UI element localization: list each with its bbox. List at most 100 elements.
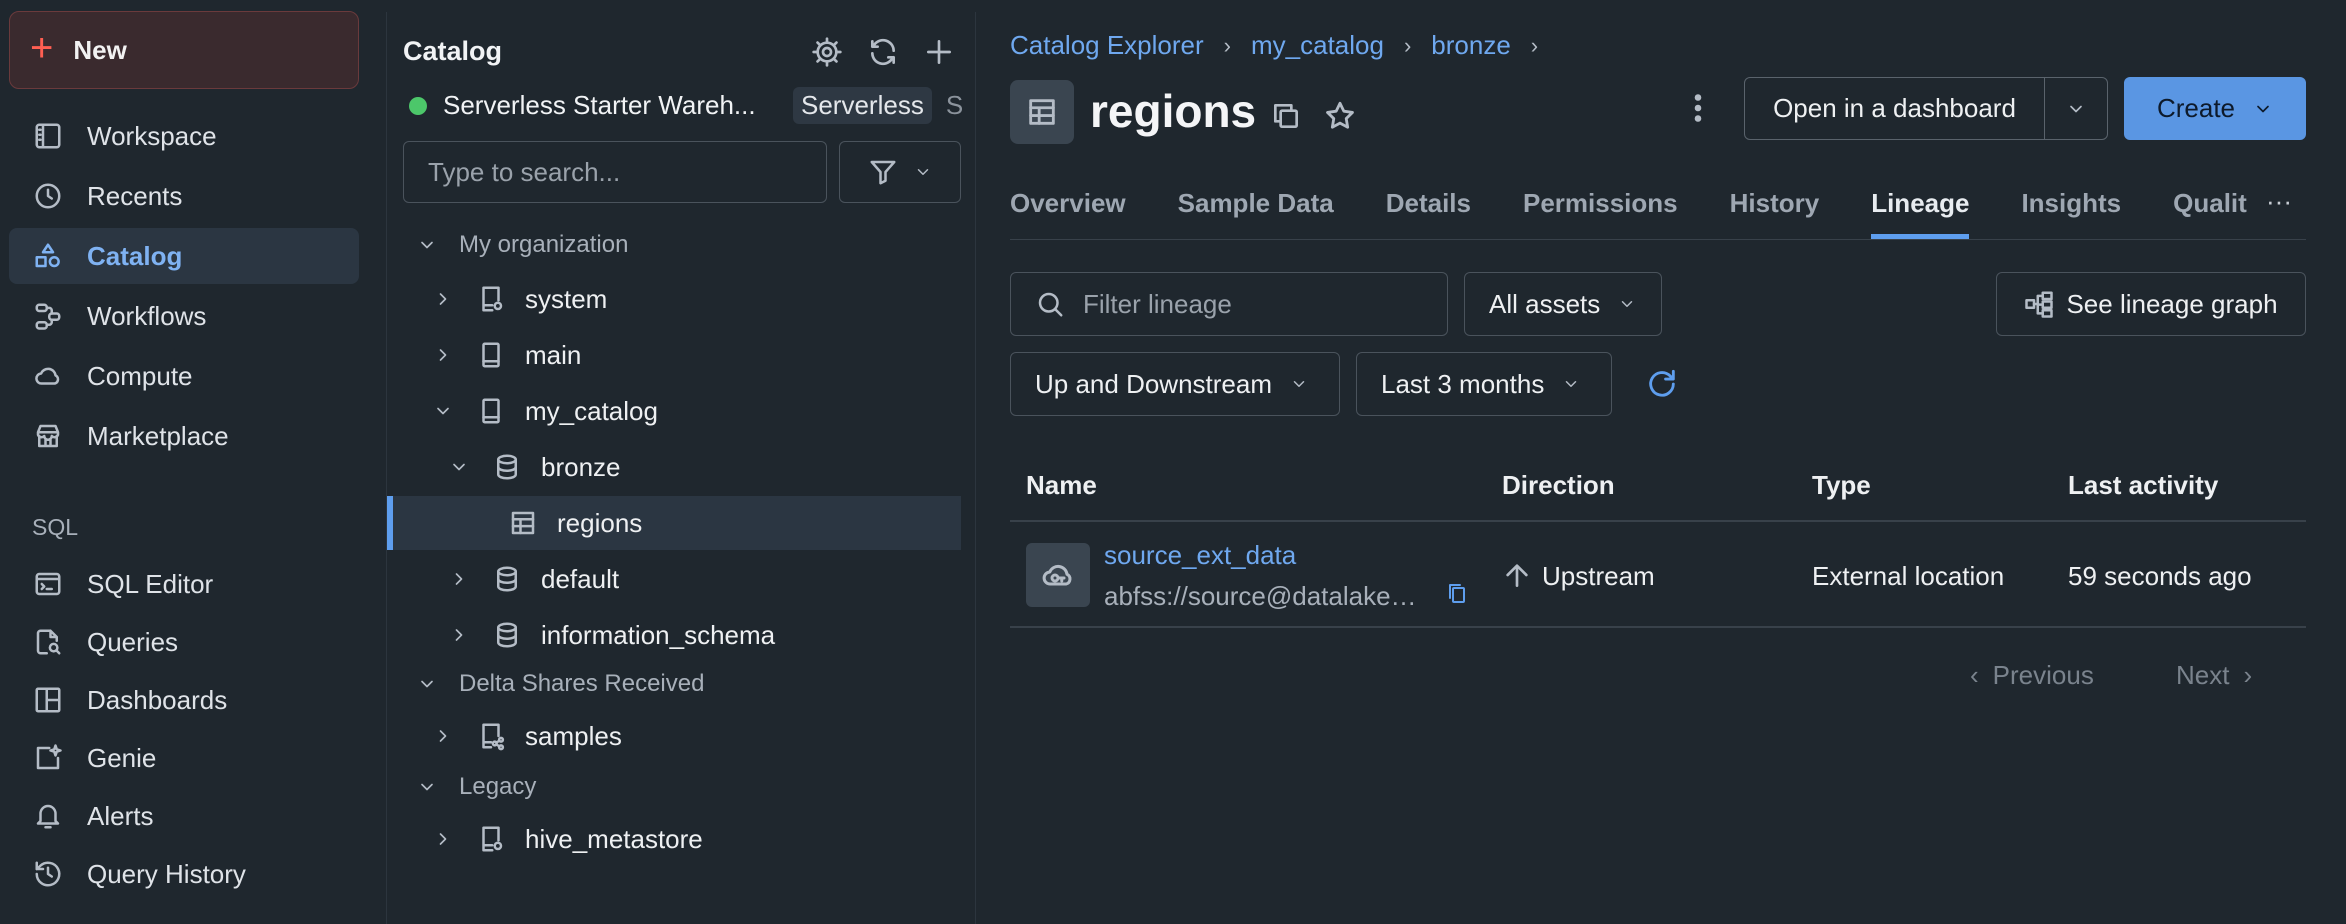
nav-label: Recents (87, 180, 183, 211)
nav-item-dashboards[interactable]: Dashboards (9, 672, 359, 728)
star-icon[interactable] (1322, 98, 1358, 134)
refresh-lineage-icon[interactable] (1644, 366, 1680, 402)
tree-item-main[interactable]: main (387, 328, 961, 382)
tree-item-regions[interactable]: regions (387, 496, 961, 550)
filter-placeholder: Filter lineage (1083, 288, 1232, 319)
tree-item-my-catalog[interactable]: my_catalog (387, 384, 961, 438)
tab-lineage[interactable]: Lineage (1871, 188, 1970, 239)
breadcrumb-separator-icon: › (1223, 32, 1231, 58)
breadcrumb-separator-icon: › (1403, 32, 1412, 58)
add-icon[interactable] (919, 32, 959, 72)
refresh-icon[interactable] (863, 32, 903, 72)
plus-icon: + (30, 26, 54, 70)
tab-quality[interactable]: Qualit (2173, 188, 2247, 239)
column-header-type[interactable]: Type (1812, 470, 1871, 501)
chevron-right-icon: › (2243, 660, 2253, 690)
chevron-right-icon (431, 343, 455, 367)
sql-section-heading: SQL (32, 514, 79, 540)
tree-label: Delta Shares Received (459, 670, 705, 697)
chevron-down-icon (415, 775, 439, 799)
tab-sample-data[interactable]: Sample Data (1178, 188, 1334, 239)
assets-dropdown[interactable]: All assets (1464, 272, 1662, 336)
catalog-search-input[interactable]: Type to search... (403, 141, 827, 203)
open-dashboard-split-button: Open in a dashboard (1744, 77, 2108, 140)
tree-item-bronze[interactable]: bronze (387, 440, 961, 494)
nav-item-compute[interactable]: Compute (9, 348, 359, 404)
tree-label: bronze (541, 451, 621, 482)
chevron-down-icon (1618, 295, 1636, 313)
breadcrumb-catalog-explorer[interactable]: Catalog Explorer (1010, 30, 1204, 61)
nav-item-workspace[interactable]: Workspace (9, 108, 359, 164)
warehouse-overflow-text: S (945, 90, 964, 120)
tree-label: Legacy (459, 773, 537, 800)
nav-item-genie[interactable]: Genie (9, 730, 359, 786)
nav-item-sql-editor[interactable]: SQL Editor (9, 556, 359, 612)
catalog-book-icon (475, 395, 507, 427)
open-dashboard-button[interactable]: Open in a dashboard (1745, 78, 2045, 139)
workspace-icon (31, 119, 65, 153)
tree-section-legacy[interactable]: Legacy (387, 760, 961, 814)
table-icon (507, 507, 539, 539)
see-lineage-graph-button[interactable]: See lineage graph (1996, 272, 2306, 336)
nav-item-recents[interactable]: Recents (9, 168, 359, 224)
tree-section-delta-shares[interactable]: Delta Shares Received (387, 657, 961, 711)
copy-icon[interactable] (1268, 98, 1304, 134)
nav-item-workflows[interactable]: Workflows (9, 288, 359, 344)
tab-overview[interactable]: Overview (1010, 188, 1126, 239)
column-header-direction[interactable]: Direction (1502, 470, 1615, 501)
tree-label: default (541, 563, 620, 594)
new-button[interactable]: + New (9, 11, 359, 89)
filter-button[interactable] (839, 141, 961, 203)
create-button[interactable]: Create (2124, 77, 2306, 140)
tab-insights[interactable]: Insights (2021, 188, 2121, 239)
nav-label: Alerts (87, 800, 154, 831)
tab-history[interactable]: History (1730, 188, 1820, 239)
system-catalog-icon (475, 283, 507, 315)
schema-database-icon (491, 563, 523, 595)
nav-label: Dashboards (87, 684, 228, 715)
column-header-name[interactable]: Name (1026, 470, 1097, 501)
tree-item-system[interactable]: system (387, 272, 961, 326)
direction-dropdown[interactable]: Up and Downstream (1010, 352, 1340, 416)
chevron-right-icon (447, 567, 471, 591)
more-options-icon[interactable] (1678, 88, 1718, 128)
time-range-dropdown[interactable]: Last 3 months (1356, 352, 1612, 416)
tree-label: My organization (459, 231, 629, 258)
nav-item-marketplace[interactable]: Marketplace (9, 408, 359, 464)
tab-details[interactable]: Details (1386, 188, 1471, 239)
tabs-overflow-icon[interactable]: ··· (2252, 186, 2306, 230)
nav-label: Genie (87, 742, 157, 773)
previous-page-button[interactable]: ‹ Previous (1970, 660, 2094, 691)
nav-item-catalog[interactable]: Catalog (9, 228, 359, 284)
breadcrumb-my-catalog[interactable]: my_catalog (1251, 30, 1384, 61)
column-header-last-activity[interactable]: Last activity (2068, 470, 2218, 501)
filter-lineage-input[interactable]: Filter lineage (1010, 272, 1448, 336)
tree-label: information_schema (541, 619, 776, 650)
nav-item-queries[interactable]: Queries (9, 614, 359, 670)
external-location-icon (1026, 543, 1090, 607)
divider (1010, 626, 2306, 628)
chevron-down-icon[interactable] (2045, 78, 2107, 139)
gear-icon[interactable] (807, 32, 847, 72)
dropdown-value: Up and Downstream (1035, 368, 1272, 399)
breadcrumb-bronze[interactable]: bronze (1431, 30, 1511, 61)
tab-permissions[interactable]: Permissions (1523, 188, 1678, 239)
nav-item-query-history[interactable]: Query History (9, 846, 359, 902)
left-navigation: + New Workspace Recents Catalog Workflow… (0, 0, 384, 924)
tree-item-hive-metastore[interactable]: hive_metastore (387, 812, 961, 866)
tree-section-my-organization[interactable]: My organization (387, 218, 961, 272)
warehouse-selector[interactable]: Serverless Starter Wareh... Serverless S (409, 87, 963, 124)
create-label: Create (2156, 93, 2236, 123)
nav-item-alerts[interactable]: Alerts (9, 788, 359, 844)
tree-item-samples[interactable]: samples (387, 709, 961, 763)
sql-editor-icon (31, 567, 65, 601)
tree-item-information-schema[interactable]: information_schema (387, 608, 961, 662)
schema-database-icon (491, 451, 523, 483)
copy-path-icon[interactable] (1442, 578, 1472, 608)
next-page-button[interactable]: Next › (2176, 660, 2252, 691)
nav-label: Workspace (87, 120, 217, 151)
lineage-asset-link[interactable]: source_ext_data (1104, 540, 1296, 571)
workflows-icon (31, 299, 65, 333)
tree-item-default[interactable]: default (387, 552, 961, 606)
dashboards-icon (31, 683, 65, 717)
